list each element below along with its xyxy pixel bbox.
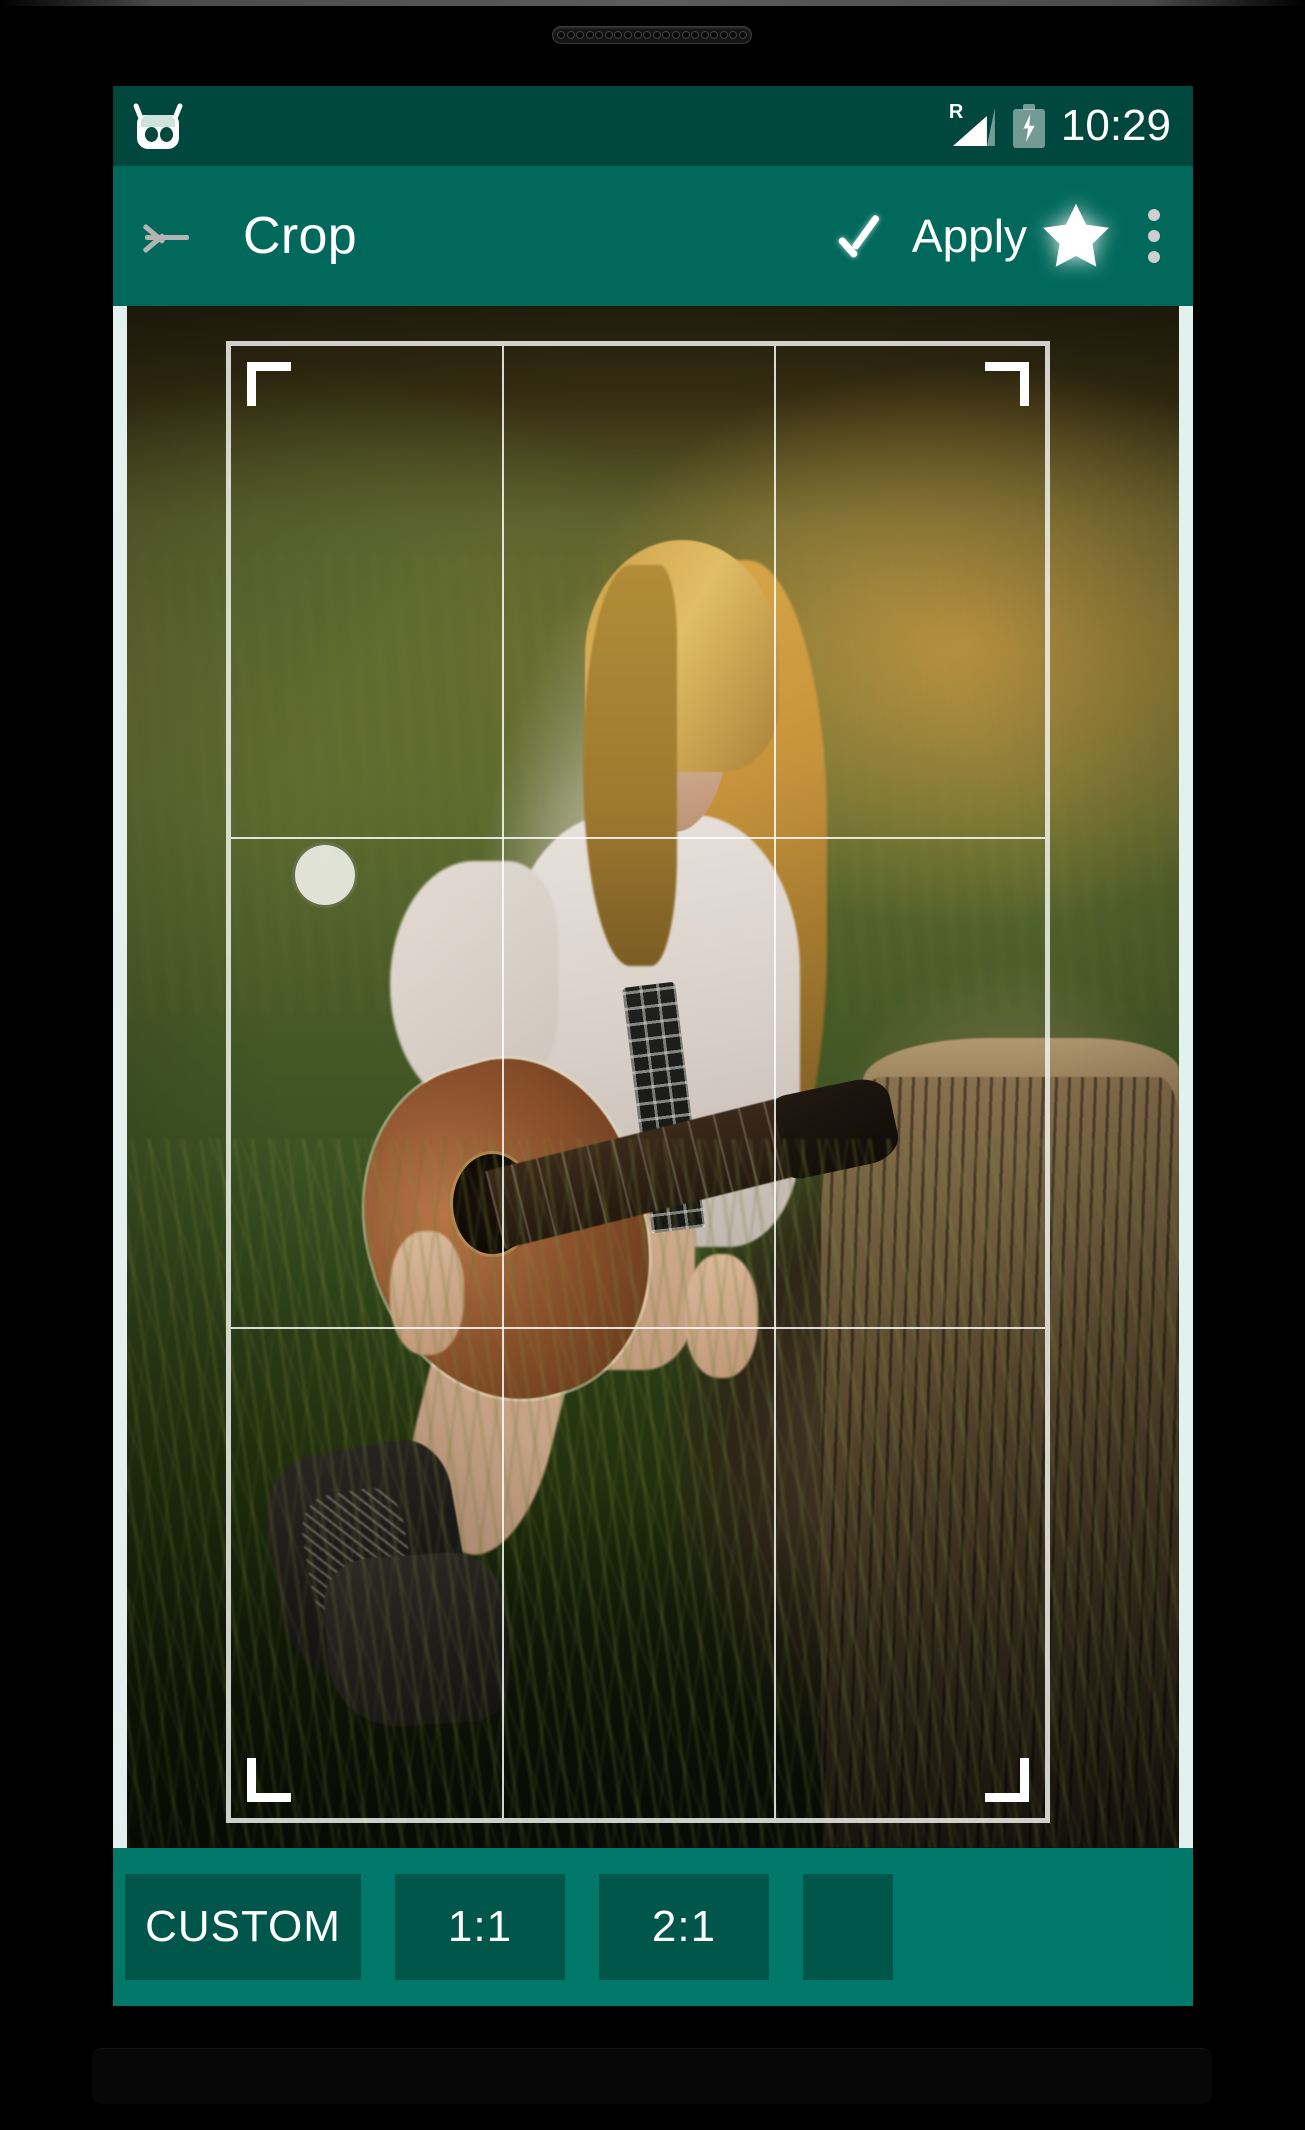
- device-frame: R 10:29 Crop Apply CUSTOM 1:1 2:1: [0, 0, 1305, 2130]
- status-bar: R 10:29: [113, 86, 1193, 166]
- cyanogenmod-logo-icon: [131, 102, 185, 149]
- battery-charging-icon: [1012, 104, 1045, 148]
- page-title: Crop: [243, 207, 357, 265]
- device-bottom-bezel: [92, 2048, 1212, 2104]
- source-photograph: [127, 306, 1179, 1848]
- star-filled-icon[interactable]: [1033, 193, 1119, 279]
- drag-handle-dot[interactable]: [295, 845, 355, 905]
- ratio-option-next[interactable]: [803, 1874, 893, 1980]
- status-bar-clock: 10:29: [1060, 101, 1171, 150]
- crop-canvas[interactable]: [113, 306, 1193, 1848]
- ratio-option-custom[interactable]: CUSTOM: [125, 1874, 361, 1980]
- signal-bars-icon: R: [948, 101, 997, 148]
- status-bar-icons: R 10:29: [948, 101, 1171, 151]
- back-arrow-icon[interactable]: [137, 205, 199, 267]
- earpiece-speaker: [552, 26, 752, 44]
- photo-vignette: [127, 306, 1179, 1848]
- roaming-indicator: R: [948, 101, 964, 123]
- ratio-option-1-1[interactable]: 1:1: [395, 1874, 565, 1980]
- photo-preview: [127, 306, 1179, 1848]
- aspect-ratio-bar: CUSTOM 1:1 2:1: [113, 1848, 1193, 2006]
- more-vertical-icon[interactable]: [1125, 193, 1183, 279]
- apply-button[interactable]: Apply: [912, 209, 1027, 263]
- app-toolbar: Crop Apply: [113, 166, 1193, 306]
- phone-screen: R 10:29 Crop Apply CUSTOM 1:1 2:1: [113, 86, 1193, 2006]
- check-mark-icon[interactable]: [830, 205, 892, 267]
- device-top-edge: [0, 0, 1305, 6]
- ratio-option-2-1[interactable]: 2:1: [599, 1874, 769, 1980]
